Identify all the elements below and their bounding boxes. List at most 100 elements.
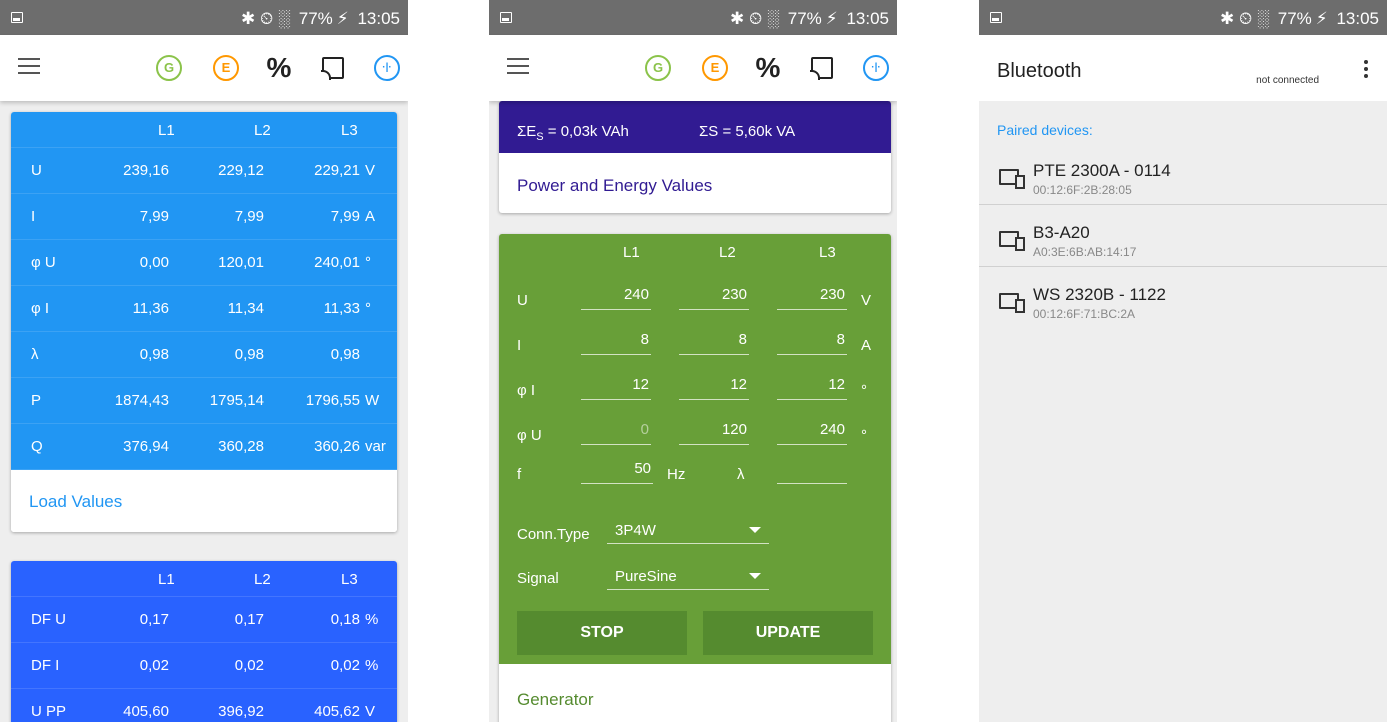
- value-input-l1[interactable]: 8: [581, 331, 651, 355]
- device-address: A0:3E:6B:AB:14:17: [1033, 245, 1137, 259]
- row-label: φ I: [31, 300, 50, 317]
- signal-label: Signal: [517, 570, 559, 587]
- value-input-l3[interactable]: 8: [777, 331, 847, 355]
- table-row: DF U 0,17 0,17 0,18%: [11, 597, 397, 643]
- power-energy-card: ΣES = 0,03k VAh ΣS = 5,60k VA Power and …: [499, 101, 891, 213]
- generator-icon[interactable]: G: [645, 55, 671, 81]
- cast-icon[interactable]: [321, 57, 344, 80]
- device-name: PTE 2300A - 0114: [1033, 161, 1171, 180]
- column-header: L2: [719, 244, 736, 261]
- value-l1: 239,16: [123, 162, 169, 179]
- energy-sum-value: = 0,03k VAh: [543, 123, 629, 140]
- unit: °: [861, 382, 867, 399]
- column-header: L3: [819, 244, 836, 261]
- harmonics-card: L1 L2 L3 DF U 0,17 0,17 0,18% DF I 0,02 0,02 0,02%…: [11, 561, 397, 722]
- bluetooth-icon[interactable]: ·|·: [863, 55, 889, 81]
- device-icon: [999, 231, 1025, 251]
- value-input-l2[interactable]: 8: [679, 331, 749, 355]
- value-input-l1[interactable]: 12: [581, 376, 651, 400]
- value-input-l2[interactable]: 230: [679, 286, 749, 310]
- device-item[interactable]: PTE 2300A - 0114 00:12:6F:2B:28:05: [979, 155, 1387, 205]
- device-name: B3-A20: [1033, 223, 1090, 242]
- value-l3: 0,02: [330, 657, 360, 674]
- row-label: I: [31, 208, 36, 225]
- load-values-table: L1 L2 L3 U 239,16 229,12 229,21 V I 7,99 7,99 7,99 A…: [11, 112, 397, 470]
- energy-icon[interactable]: E: [702, 55, 728, 81]
- generator-title[interactable]: Generator: [517, 690, 594, 710]
- value-l3: 229,21: [314, 162, 360, 179]
- more-options-icon[interactable]: [1363, 60, 1369, 80]
- table-header: L1 L2 L3: [11, 561, 397, 597]
- table-row: DF I 0,02 0,02 0,02%: [11, 643, 397, 689]
- clock: 13:05: [357, 9, 400, 28]
- cast-icon[interactable]: [810, 57, 833, 80]
- clock: 13:05: [846, 9, 889, 28]
- row-label: U: [517, 292, 528, 309]
- device-name: WS 2320B - 1122: [1033, 285, 1166, 304]
- table-row: I 7,99 7,99 7,99 A: [11, 194, 397, 240]
- status-bar: ✱ ⏲ ░ 77% ⚡ 13:05: [489, 0, 897, 35]
- dropdown-icon: [749, 573, 761, 579]
- device-item[interactable]: B3-A20 A0:3E:6B:AB:14:17: [979, 217, 1387, 267]
- value-input-l2[interactable]: 12: [679, 376, 749, 400]
- power-energy-title[interactable]: Power and Energy Values: [517, 176, 712, 196]
- stop-button[interactable]: STOP: [517, 611, 687, 655]
- toolbar: Bluetooth not connected: [979, 35, 1387, 101]
- table-row: Q 376,94 360,28 360,26 var: [11, 424, 397, 470]
- conn-type-select[interactable]: 3P4W: [607, 518, 769, 544]
- row-label: U: [31, 162, 42, 179]
- energy-icon[interactable]: E: [213, 55, 239, 81]
- value-l1: 0,17: [139, 611, 169, 628]
- device-icon: [999, 293, 1025, 313]
- frequency-input[interactable]: 50: [581, 460, 653, 484]
- row-label: Q: [31, 438, 43, 455]
- battery-charging-icon: ⚡: [825, 9, 838, 28]
- battery-level: 77%: [298, 9, 333, 28]
- value-input-l1[interactable]: 240: [581, 286, 651, 310]
- gallery-notification-icon: [11, 12, 23, 23]
- column-header: L1: [623, 244, 640, 261]
- value-l1: 7,99: [139, 208, 169, 225]
- generator-icon[interactable]: G: [156, 55, 182, 81]
- percent-icon[interactable]: %: [755, 54, 781, 82]
- value-l1: 11,36: [132, 300, 169, 317]
- value-l1: 0,00: [139, 254, 169, 271]
- update-button[interactable]: UPDATE: [703, 611, 873, 655]
- value-input-l3[interactable]: 12: [777, 376, 847, 400]
- row-label: φ U: [517, 427, 542, 444]
- value-l2: 0,17: [234, 611, 264, 628]
- dropdown-icon: [749, 527, 761, 533]
- battery-charging-icon: ⚡: [1315, 9, 1328, 28]
- table-row: λ 0,98 0,98 0,98: [11, 332, 397, 378]
- value-input-l3[interactable]: 230: [777, 286, 847, 310]
- value-l2: 11,34: [227, 300, 264, 317]
- menu-icon[interactable]: [507, 58, 529, 74]
- value-input-l2[interactable]: 120: [679, 421, 749, 445]
- bluetooth-screen: ✱ ⏲ ░ 77% ⚡ 13:05 Bluetooth not connected…: [979, 0, 1387, 722]
- value-input-l3[interactable]: 240: [777, 421, 847, 445]
- value-l1: 405,60: [123, 703, 169, 720]
- row-label: DF I: [31, 657, 60, 674]
- unit: °: [861, 427, 867, 444]
- page-title: Bluetooth: [997, 60, 1082, 82]
- row-label: φ U: [31, 254, 56, 271]
- battery-level: 77%: [787, 9, 822, 28]
- load-values-title[interactable]: Load Values: [29, 492, 122, 512]
- unit: °: [365, 254, 371, 271]
- value-l3: 7,99: [330, 208, 360, 225]
- menu-icon[interactable]: [18, 58, 40, 74]
- bluetooth-icon[interactable]: ·|·: [374, 55, 400, 81]
- harmonics-table: L1 L2 L3 DF U 0,17 0,17 0,18% DF I 0,02 0,02 0,02%…: [11, 561, 397, 722]
- value-l3: 0,18: [330, 611, 360, 628]
- value-input-l1[interactable]: 0: [581, 421, 651, 445]
- unit: %: [365, 657, 379, 674]
- lambda-input[interactable]: [777, 460, 847, 484]
- device-item[interactable]: WS 2320B - 1122 00:12:6F:71:BC:2A: [979, 279, 1387, 329]
- unit: V: [365, 162, 376, 179]
- signal-select[interactable]: PureSine: [607, 564, 769, 590]
- unit: W: [365, 392, 380, 409]
- percent-icon[interactable]: %: [266, 54, 292, 82]
- row-label: I: [517, 337, 522, 354]
- value-l3: 240,01: [314, 254, 360, 271]
- energy-sum-subscript: S: [536, 131, 544, 143]
